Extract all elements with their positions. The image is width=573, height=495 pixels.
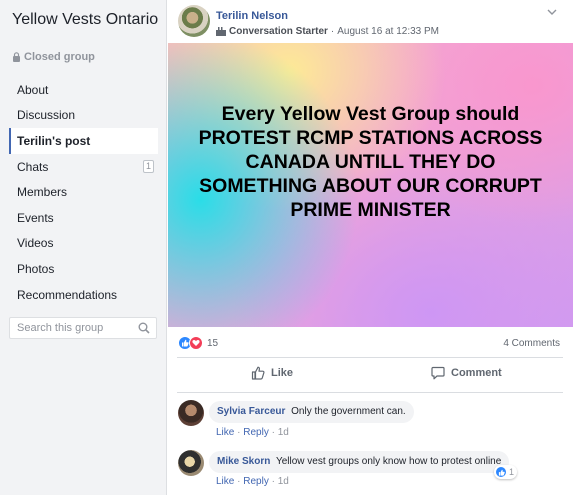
comment-button[interactable]: Comment	[431, 366, 502, 380]
group-search-box	[9, 317, 157, 339]
comment-actions: Like · Reply · 1d	[216, 476, 289, 487]
author-role-badge: Conversation Starter	[229, 26, 328, 37]
commenter-name[interactable]: Sylvia Farceur	[217, 406, 285, 417]
comment-text: Only the government can.	[291, 406, 406, 417]
commenter-name[interactable]: Mike Skorn	[217, 456, 270, 467]
comment-bubble: Mike Skorn Yellow vest groups only know …	[209, 451, 510, 473]
comment-like-link[interactable]: Like	[216, 427, 234, 438]
comment-icon	[431, 366, 445, 380]
nav-item-label: Recommendations	[17, 287, 118, 302]
nav-item-label: Videos	[17, 236, 54, 251]
comment-button-label: Comment	[451, 367, 502, 379]
reaction-summary[interactable]: 15	[178, 336, 218, 350]
love-reaction-icon	[189, 336, 203, 350]
search-input[interactable]	[17, 322, 135, 334]
reaction-count: 15	[207, 337, 219, 349]
nav-item-current-post[interactable]: Terilin's post	[9, 128, 158, 154]
comment-reaction-summary[interactable]: 1	[494, 465, 518, 479]
group-title[interactable]: Yellow Vests Ontario	[12, 10, 162, 29]
comment-reaction-count: 1	[509, 467, 515, 477]
comment-time[interactable]: 1d	[278, 476, 289, 487]
meta-separator: ·	[330, 26, 335, 37]
lock-icon	[13, 52, 20, 62]
group-privacy: Closed group	[12, 51, 95, 63]
comments-count[interactable]: 4 Comments	[503, 338, 560, 349]
nav-item-label: Photos	[17, 261, 55, 276]
nav-item-label: About	[17, 82, 49, 97]
divider	[177, 392, 563, 393]
nav-item-label: Events	[17, 210, 54, 225]
comment-reply-link[interactable]: Reply	[243, 427, 269, 438]
post-timestamp[interactable]: August 16 at 12:33 PM	[337, 26, 439, 37]
comment-bubble: Sylvia Farceur Only the government can.	[209, 401, 414, 423]
like-reaction-icon	[495, 466, 507, 478]
nav-item-discussion[interactable]: Discussion	[0, 103, 166, 129]
nav-item-label: Terilin's post	[17, 133, 91, 148]
nav-item-photos[interactable]: Photos	[0, 256, 166, 282]
nav-item-videos[interactable]: Videos	[0, 231, 166, 257]
nav-item-chats[interactable]: Chats 1	[0, 154, 166, 180]
group-sidebar: Yellow Vests Ontario Closed group About …	[0, 0, 166, 495]
nav-item-events[interactable]: Events	[0, 205, 166, 231]
post-meta: Conversation Starter · August 16 at 12:3…	[216, 26, 439, 37]
nav-item-about[interactable]: About	[0, 77, 166, 103]
commenter-avatar[interactable]	[178, 450, 204, 476]
comment-reply-link[interactable]: Reply	[243, 476, 269, 487]
nav-item-label: Members	[17, 185, 68, 200]
chevron-down-icon[interactable]	[546, 6, 558, 18]
nav-item-recommendations[interactable]: Recommendations	[0, 282, 166, 308]
author-name[interactable]: Terilin Nelson	[216, 10, 288, 22]
nav-item-members[interactable]: Members	[0, 179, 166, 205]
conversation-starter-icon	[216, 27, 226, 36]
commenter-avatar[interactable]	[178, 400, 204, 426]
divider	[177, 357, 563, 358]
comment-text: Yellow vest groups only know how to prot…	[275, 456, 502, 467]
like-button[interactable]: Like	[251, 366, 293, 380]
post-image[interactable]: Every Yellow Vest Group should PROTEST R…	[168, 43, 573, 327]
group-privacy-label: Closed group	[24, 51, 95, 63]
post-card: Terilin Nelson Conversation Starter · Au…	[166, 0, 573, 495]
like-button-label: Like	[271, 367, 294, 379]
comment-actions: Like · Reply · 1d	[216, 427, 289, 438]
author-avatar[interactable]	[178, 5, 210, 37]
nav-item-label: Discussion	[17, 108, 76, 123]
thumbs-up-icon	[251, 366, 265, 380]
search-icon[interactable]	[138, 322, 150, 334]
group-nav: About Discussion Terilin's post Chats 1 M…	[0, 77, 166, 307]
chats-count-badge: 1	[142, 160, 154, 174]
comment-time[interactable]: 1d	[278, 427, 289, 438]
comment-like-link[interactable]: Like	[216, 476, 234, 487]
nav-item-label: Chats	[17, 159, 49, 174]
post-image-text: Every Yellow Vest Group should PROTEST R…	[198, 103, 543, 221]
